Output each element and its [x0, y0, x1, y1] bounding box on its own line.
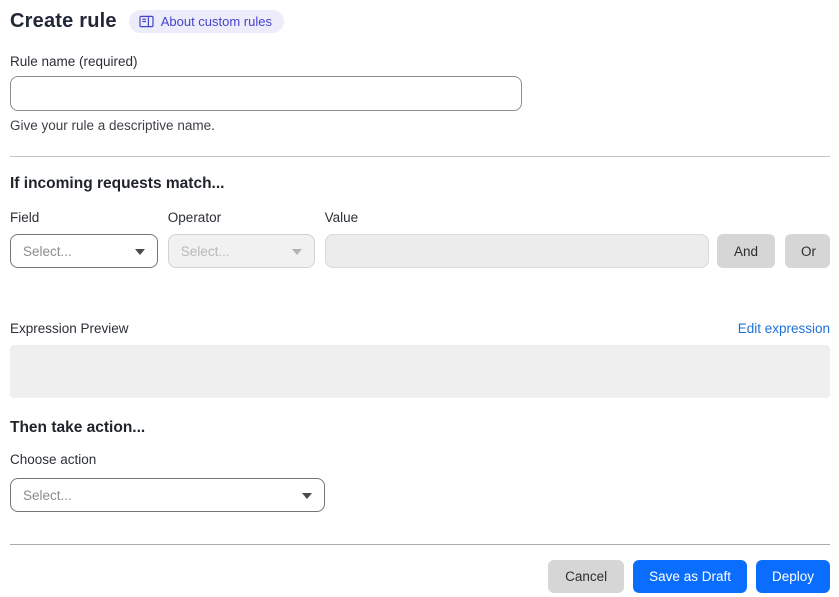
action-section-heading: Then take action...	[10, 419, 146, 436]
chevron-down-icon	[291, 249, 302, 255]
rule-name-helper: Give your rule a descriptive name.	[10, 118, 215, 133]
field-select[interactable]: Select...	[10, 234, 158, 268]
cancel-button[interactable]: Cancel	[548, 560, 625, 593]
footer-divider	[10, 544, 830, 545]
choose-action-select[interactable]: Select...	[10, 478, 325, 512]
deploy-button[interactable]: Deploy	[755, 560, 830, 593]
chevron-down-icon	[302, 493, 312, 499]
choose-action-label: Choose action	[10, 452, 97, 467]
value-input[interactable]	[324, 234, 710, 268]
footer-actions: Cancel Save as Draft Deploy	[10, 560, 830, 593]
field-select-value: Select...	[23, 243, 72, 259]
operator-select-value: Select...	[180, 243, 230, 259]
operator-column: Operator Select...	[167, 210, 315, 268]
expression-preview-row: Expression Preview Edit expression	[10, 321, 830, 336]
rule-name-label: Rule name (required)	[10, 54, 138, 69]
field-column: Field Select...	[10, 210, 158, 268]
match-section-heading: If incoming requests match...	[10, 175, 225, 192]
match-row: Field Select... Operator Select... Value…	[10, 210, 831, 268]
operator-label: Operator	[167, 210, 222, 225]
page-title: Create rule	[10, 10, 117, 32]
book-icon	[139, 15, 154, 28]
choose-action-select-value: Select...	[23, 487, 72, 503]
page-header: Create rule About custom rules	[10, 10, 830, 33]
value-column: Value	[324, 210, 710, 268]
expression-preview-box	[10, 345, 830, 398]
save-as-draft-button[interactable]: Save as Draft	[633, 560, 747, 593]
value-label: Value	[324, 210, 359, 225]
operator-select[interactable]: Select...	[167, 234, 315, 268]
create-rule-page: Create rule About custom rules Rule name…	[0, 0, 839, 593]
field-label: Field	[10, 210, 40, 225]
or-button[interactable]: Or	[785, 234, 831, 268]
edit-expression-link[interactable]: Edit expression	[738, 321, 830, 336]
chevron-down-icon	[134, 249, 145, 255]
badge-label: About custom rules	[160, 14, 272, 29]
and-button[interactable]: And	[717, 234, 776, 268]
rule-name-input[interactable]	[10, 76, 522, 111]
section-divider	[10, 156, 830, 157]
about-custom-rules-badge[interactable]: About custom rules	[128, 10, 284, 33]
expression-preview-label: Expression Preview	[10, 321, 129, 336]
